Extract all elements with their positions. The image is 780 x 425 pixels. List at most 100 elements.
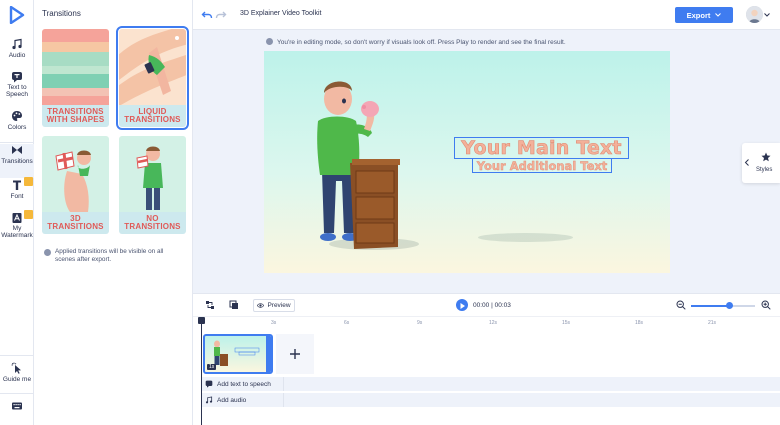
scene-trim-handle[interactable] [266, 336, 271, 372]
premium-star-icon [24, 210, 33, 219]
current-time: 00:00 [473, 302, 490, 309]
plus-icon [290, 349, 300, 359]
audio-track[interactable]: Add audio [201, 393, 780, 407]
track-divider [283, 393, 284, 407]
panel-title: Transitions [42, 9, 81, 18]
duplicate-icon[interactable] [229, 300, 239, 310]
transitions-icon [12, 146, 22, 154]
zoom-out-icon[interactable] [676, 300, 686, 310]
music-note-icon [205, 396, 213, 404]
scene-thumbnail[interactable]: 1s [203, 334, 273, 374]
zoom-slider-fill [691, 305, 730, 307]
text-to-speech-track[interactable]: Add text to speech [201, 377, 780, 391]
rail-label-audio: Audio [8, 52, 26, 59]
preview-button[interactable]: Preview [253, 299, 295, 312]
transition-card-none[interactable]: NO TRANSITIONS [119, 136, 186, 234]
styles-label: Styles [756, 167, 773, 173]
transition-card-3d[interactable]: 3D TRANSITIONS [42, 136, 109, 234]
undo-icon[interactable] [201, 9, 213, 21]
ruler-tick: 12s [489, 320, 498, 326]
text-to-speech-icon [205, 380, 213, 388]
track-label: Add audio [217, 396, 247, 404]
keyboard-icon [12, 402, 22, 410]
editing-mode-notice: You're in editing mode, so don't worry i… [266, 38, 566, 46]
avatar-image [746, 6, 763, 23]
chevron-down-icon [715, 13, 722, 17]
transition-card-liquid[interactable]: LIQUID TRANSITIONS [116, 26, 189, 130]
zoom-slider[interactable] [691, 302, 755, 309]
info-icon [44, 249, 51, 256]
top-bar: 3D Explainer Video Toolkit Export [193, 0, 780, 30]
timeline-toolbar: Preview 00:00 | 00:03 [193, 294, 780, 316]
rail-divider [0, 142, 34, 143]
eye-icon [257, 303, 265, 308]
zoom-slider-knob[interactable] [726, 302, 734, 309]
preview-label: Preview [267, 302, 291, 309]
rail-label-font: Font [10, 193, 24, 200]
rail-item-colors[interactable]: Colors [0, 110, 34, 144]
ruler-tick: 18s [635, 320, 644, 326]
rail-divider [0, 393, 34, 394]
music-note-icon [12, 38, 22, 50]
font-icon [13, 180, 21, 190]
scene-duration-badge: 1s [207, 364, 217, 370]
playhead-handle[interactable] [198, 317, 205, 324]
track-divider [283, 377, 284, 391]
rail-divider [0, 355, 34, 356]
time-display: 00:00 | 00:03 [473, 302, 511, 309]
play-button[interactable] [456, 299, 468, 311]
play-icon [460, 303, 465, 309]
cursor-click-icon [11, 362, 21, 374]
rail-item-audio[interactable]: Audio [0, 38, 34, 72]
card-caption: 3D TRANSITIONS [42, 212, 109, 234]
palette-icon [12, 111, 22, 121]
user-avatar[interactable] [746, 6, 763, 23]
transition-card-shapes[interactable]: TRANSITIONS WITH SHAPES [42, 29, 109, 127]
total-time: 00:03 [494, 302, 511, 309]
chevron-down-icon[interactable] [764, 12, 770, 18]
rail-label-colors: Colors [7, 124, 27, 131]
rail-label-guide-me: Guide me [2, 376, 32, 383]
zoom-in-icon[interactable] [761, 300, 771, 310]
card-caption: LIQUID TRANSITIONS [119, 105, 186, 127]
rail-item-guide-me[interactable]: Guide me [0, 362, 34, 396]
ruler-tick: 6s [344, 320, 350, 326]
chevron-left-icon[interactable] [744, 159, 750, 166]
ruler-tick: 3s [271, 320, 277, 326]
rail-item-my-watermark[interactable]: My Watermark [0, 210, 34, 246]
app-logo-icon[interactable] [9, 6, 25, 24]
transitions-note: Applied transitions will be visible on a… [44, 248, 184, 264]
export-button[interactable]: Export [675, 7, 733, 23]
export-label: Export [686, 10, 711, 20]
rail-label-transitions: Transitions [1, 158, 33, 165]
watermark-icon [12, 213, 22, 223]
rail-item-transitions[interactable]: Transitions [0, 144, 34, 178]
rail-item-font[interactable]: Font [0, 177, 34, 213]
rail-item-text-to-speech[interactable]: Text to Speech [0, 71, 34, 105]
ruler-tick: 15s [562, 320, 571, 326]
transitions-panel: Transitions TRANSITIONS WITH SHAPES LIQU… [34, 0, 193, 425]
ruler-tick: 9s [417, 320, 423, 326]
ruler-tick: 21s [708, 320, 717, 326]
playhead[interactable] [201, 317, 202, 425]
rail-label-my-watermark: My Watermark [1, 225, 33, 239]
main-text-layer[interactable]: Your Main Text [454, 137, 629, 159]
redo-icon[interactable] [215, 9, 227, 21]
card-caption: TRANSITIONS WITH SHAPES [42, 105, 109, 127]
rail-item-keyboard-shortcuts[interactable] [0, 400, 34, 420]
left-rail: Audio Text to Speech Colors Transitions … [0, 0, 34, 425]
scene-canvas[interactable]: Your Main Text Your Additional Text [264, 51, 670, 273]
rail-label-text-to-speech: Text to Speech [5, 84, 29, 98]
project-title[interactable]: 3D Explainer Video Toolkit [240, 10, 321, 17]
add-scene-button[interactable] [276, 334, 314, 374]
styles-tab[interactable]: Styles [742, 143, 780, 183]
track-label: Add text to speech [217, 380, 271, 388]
text-to-speech-icon [12, 72, 22, 83]
premium-star-icon [24, 177, 33, 186]
additional-text-layer[interactable]: Your Additional Text [472, 158, 612, 173]
timeline: Preview 00:00 | 00:03 3s 6s 9s 12s 15s 1… [193, 293, 780, 425]
timeline-ruler[interactable]: 3s 6s 9s 12s 15s 18s 21s [193, 316, 780, 328]
star-icon [761, 152, 771, 162]
text-shadow-decoration [478, 233, 573, 242]
split-icon[interactable] [205, 300, 215, 310]
